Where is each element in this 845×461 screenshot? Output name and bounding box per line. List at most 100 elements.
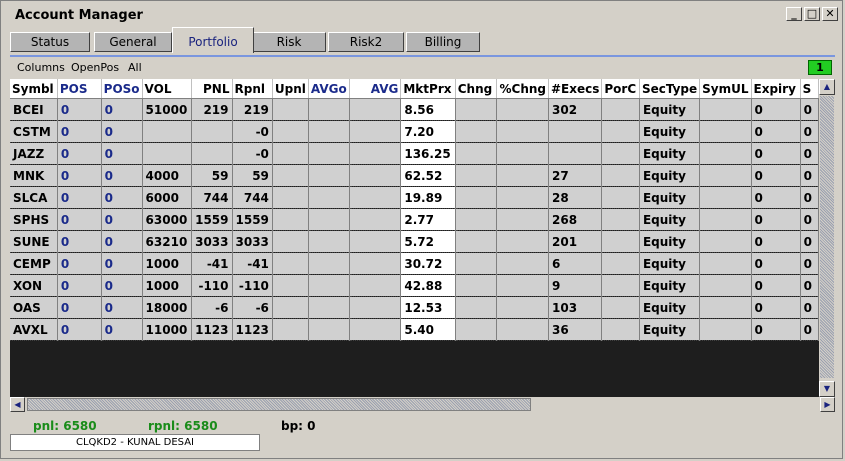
column-header-avgo[interactable]: AVGo — [308, 79, 350, 99]
maximize-button[interactable]: □ — [804, 7, 820, 21]
column-header-pos[interactable]: POS — [57, 79, 102, 99]
menu-openpos[interactable]: OpenPos — [71, 61, 119, 74]
table-row[interactable]: SLCA 0 0 6000 744 744 19.89 28 Equity 0 0 — [10, 186, 819, 209]
table-cell — [455, 98, 498, 121]
table-row[interactable]: CSTM 0 0 -0 7.20 Equity 0 0 — [10, 120, 819, 143]
table-cell — [349, 252, 402, 275]
table-cell: 0 — [800, 120, 819, 143]
column-header-vol[interactable]: VOL — [142, 79, 193, 99]
table-cell: 136.25 — [400, 142, 456, 165]
table-row[interactable]: MNK 0 0 4000 59 59 62.52 27 Equity 0 0 — [10, 164, 819, 187]
tab-portfolio[interactable]: Portfolio — [172, 27, 254, 53]
table-cell — [349, 142, 402, 165]
table-cell — [272, 296, 309, 319]
table-cell: Equity — [639, 186, 701, 209]
table-cell: 0 — [751, 142, 801, 165]
table-cell: -0 — [232, 120, 273, 143]
table-cell: 0 — [751, 274, 801, 297]
table-cell — [142, 142, 193, 165]
status-indicator: 1 — [808, 60, 832, 75]
table-cell — [272, 142, 309, 165]
table-cell — [699, 318, 752, 341]
table-cell: 201 — [548, 230, 603, 253]
close-icon: ✕ — [825, 7, 835, 20]
column-header-mktprx[interactable]: MktPrx — [400, 79, 456, 99]
table-cell: 0 — [800, 208, 819, 231]
scroll-down-icon[interactable]: ▼ — [819, 381, 835, 397]
table-cell: 0 — [57, 142, 102, 165]
table-cell — [455, 296, 498, 319]
table-cell: 0 — [751, 208, 801, 231]
column-header-upnl[interactable]: Upnl — [272, 79, 309, 99]
table-cell — [272, 120, 309, 143]
table-cell — [601, 120, 640, 143]
column-header-porc[interactable]: PorC — [601, 79, 640, 99]
vertical-scroll-thumb[interactable] — [820, 96, 834, 378]
column-header-chng[interactable]: Chng — [455, 79, 498, 99]
title-bar[interactable]: Account Manager _ □ ✕ — [5, 5, 840, 27]
maximize-icon: □ — [806, 7, 818, 20]
column-header-avg[interactable]: AVG — [349, 79, 402, 99]
table-cell: Equity — [639, 318, 701, 341]
table-cell — [349, 186, 402, 209]
table-cell: 0 — [751, 120, 801, 143]
table-cell: 0 — [101, 120, 143, 143]
table-cell: 1123 — [232, 318, 273, 341]
table-row[interactable]: SPHS 0 0 63000 1559 1559 2.77 268 Equity 0 0 — [10, 208, 819, 231]
column-header-sectype[interactable]: SecType — [639, 79, 701, 99]
table-cell: Equity — [639, 208, 701, 231]
minimize-button[interactable]: _ — [786, 7, 802, 21]
column-header-pnl[interactable]: PNL — [191, 79, 233, 99]
table-cell: BCEI — [10, 98, 58, 121]
table-cell — [308, 252, 350, 275]
table-cell: 1559 — [191, 208, 233, 231]
table-row[interactable]: AVXL 0 0 11000 1123 1123 5.40 36 Equity 0 0 — [10, 318, 819, 341]
table-cell: Equity — [639, 274, 701, 297]
table-cell: -41 — [232, 252, 273, 275]
column-header-symbl[interactable]: Symbl — [10, 79, 58, 99]
tab-billing[interactable]: Billing — [406, 32, 480, 52]
table-cell — [699, 274, 752, 297]
table-row[interactable]: XON 0 0 1000 -110 -110 42.88 9 Equity 0 0 — [10, 274, 819, 297]
table-cell: MNK — [10, 164, 58, 187]
menu-columns[interactable]: Columns — [17, 61, 65, 74]
column-header-s[interactable]: S — [800, 79, 819, 99]
column-header-expiry[interactable]: Expiry — [751, 79, 801, 99]
column-header-rpnl[interactable]: Rpnl — [232, 79, 273, 99]
tab-risk[interactable]: Risk — [252, 32, 326, 52]
column-header-symul[interactable]: SymUL — [699, 79, 752, 99]
scroll-up-icon[interactable]: ▲ — [819, 79, 835, 95]
table-cell: 0 — [101, 318, 143, 341]
table-cell: 0 — [800, 296, 819, 319]
table-cell: Equity — [639, 296, 701, 319]
close-button[interactable]: ✕ — [822, 7, 838, 21]
table-cell — [601, 296, 640, 319]
horizontal-scroll-thumb[interactable] — [27, 398, 531, 411]
table-row[interactable]: CEMP 0 0 1000 -41 -41 30.72 6 Equity 0 0 — [10, 252, 819, 275]
table-cell — [699, 230, 752, 253]
tab-strip: Status General Portfolio Risk Risk2 Bill… — [10, 27, 832, 56]
tab-general[interactable]: General — [94, 32, 172, 52]
column-header-execs[interactable]: #Execs — [548, 79, 603, 99]
table-cell — [601, 208, 640, 231]
column-header-chng[interactable]: %Chng — [496, 79, 549, 99]
table-cell: 0 — [751, 252, 801, 275]
table-cell: 0 — [800, 318, 819, 341]
tab-risk2[interactable]: Risk2 — [328, 32, 404, 52]
column-header-poso[interactable]: POSo — [101, 79, 143, 99]
scroll-right-icon[interactable]: ▶ — [820, 397, 835, 412]
table-cell: -0 — [232, 142, 273, 165]
table-row[interactable]: OAS 0 0 18000 -6 -6 12.53 103 Equity 0 0 — [10, 296, 819, 319]
vertical-scrollbar[interactable]: ▲ ▼ — [819, 79, 835, 397]
scroll-left-icon[interactable]: ◀ — [10, 397, 25, 412]
tab-status[interactable]: Status — [10, 32, 90, 52]
table-cell: 0 — [101, 186, 143, 209]
table-row[interactable]: JAZZ 0 0 -0 136.25 Equity 0 0 — [10, 142, 819, 165]
table-cell: 62.52 — [400, 164, 456, 187]
table-row[interactable]: SUNE 0 0 63210 3033 3033 5.72 201 Equity 0 0 — [10, 230, 819, 253]
table-cell — [699, 98, 752, 121]
menu-all[interactable]: All — [128, 61, 142, 74]
table-cell: 3033 — [191, 230, 233, 253]
table-row[interactable]: BCEI 0 0 51000 219 219 8.56 302 Equity 0 0 — [10, 98, 819, 121]
horizontal-scrollbar[interactable]: ◀ ▶ — [10, 397, 835, 412]
